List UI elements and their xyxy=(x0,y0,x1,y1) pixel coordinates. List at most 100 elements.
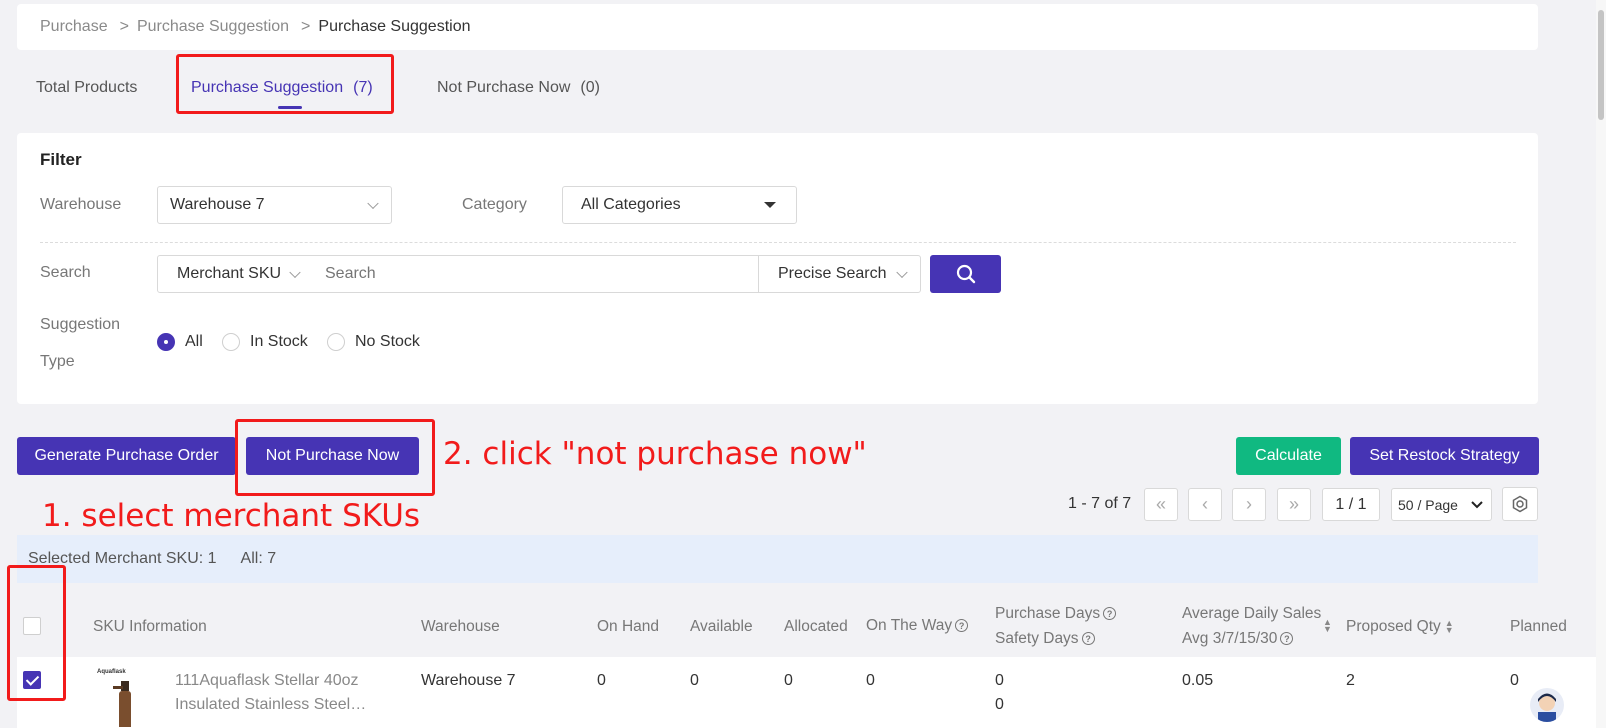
divider xyxy=(40,242,1516,243)
help-icon[interactable]: ? xyxy=(955,619,969,633)
breadcrumb: Purchase > Purchase Suggestion > Purchas… xyxy=(17,4,1538,50)
search-button[interactable] xyxy=(930,255,1001,293)
col-proposed-qty: Proposed Qty ▲ ▼ xyxy=(1346,618,1454,636)
category-select-value: All Categories xyxy=(581,196,681,213)
first-page-button[interactable]: « xyxy=(1144,488,1178,521)
sku-name-line-2[interactable]: Insulated Stainless Steel… xyxy=(175,693,366,717)
search-input[interactable] xyxy=(313,255,759,293)
col-safety-days-label: Safety Days xyxy=(995,630,1079,647)
tab-not-purchase-now[interactable]: Not Purchase Now (0) xyxy=(437,66,600,110)
last-page-button[interactable]: » xyxy=(1277,488,1311,521)
calculate-button[interactable]: Calculate xyxy=(1236,437,1341,475)
all-count: All: 7 xyxy=(240,550,277,567)
prev-page-button[interactable]: ‹ xyxy=(1188,488,1222,521)
breadcrumb-separator: > xyxy=(301,18,311,35)
double-chevron-right-icon: » xyxy=(1288,494,1299,514)
breadcrumb-current: Purchase Suggestion xyxy=(318,18,471,35)
col-avg-sub: Avg 3/7/15/30? xyxy=(1182,630,1294,648)
cell-on-hand: 0 xyxy=(597,672,606,689)
column-settings-button[interactable] xyxy=(1502,487,1538,521)
breadcrumb-item-purchase-suggestion[interactable]: Purchase Suggestion xyxy=(137,18,289,36)
col-purchase-days: Purchase Days? xyxy=(995,605,1117,623)
cell-proposed-qty: 2 xyxy=(1346,672,1355,689)
col-on-hand: On Hand xyxy=(597,618,660,635)
help-icon[interactable]: ? xyxy=(1081,632,1095,646)
sort-icon[interactable]: ▲ ▼ xyxy=(1445,618,1454,634)
radio-label: All xyxy=(185,333,203,350)
annotation-step-2: 2. click "not purchase now" xyxy=(443,436,867,472)
cell-available: 0 xyxy=(690,672,699,689)
search-icon xyxy=(956,264,975,284)
precise-search-select[interactable]: Precise Search xyxy=(758,255,921,293)
highlight-box-checkbox xyxy=(7,565,66,701)
warehouse-label: Warehouse xyxy=(40,196,122,213)
scrollbar-track[interactable] xyxy=(1596,0,1606,728)
radio-label: In Stock xyxy=(250,333,308,350)
search-type-value: Merchant SKU xyxy=(177,265,282,282)
tab-count: (0) xyxy=(580,79,600,96)
col-avg-daily-sales: Average Daily Sales xyxy=(1182,605,1322,622)
precise-search-value: Precise Search xyxy=(778,265,887,282)
search-type-select[interactable]: Merchant SKU xyxy=(157,255,314,293)
cell-warehouse: Warehouse 7 xyxy=(421,672,516,689)
sort-icon[interactable]: ▲ ▼ xyxy=(1319,617,1332,635)
help-icon[interactable]: ? xyxy=(1280,632,1294,646)
sku-name-line-1[interactable]: 111Aquaflask Stellar 40oz xyxy=(175,669,366,693)
warehouse-select[interactable]: Warehouse 7 xyxy=(157,186,392,224)
col-purchase-days-label: Purchase Days xyxy=(995,605,1101,622)
pager-range: 1 - 7 of 7 xyxy=(1068,495,1132,512)
warehouse-select-value: Warehouse 7 xyxy=(170,196,265,213)
product-thumbnail: Aquaflask xyxy=(95,669,139,728)
cell-allocated: 0 xyxy=(784,672,793,689)
radio-in-stock[interactable]: In Stock xyxy=(222,333,308,351)
cell-avg-sales: 0.05 xyxy=(1182,672,1214,689)
chevron-down-icon xyxy=(289,266,301,279)
radio-checked-icon xyxy=(157,333,175,351)
cell-purchase-days: 0 xyxy=(995,672,1004,689)
cell-safety-days: 0 xyxy=(995,696,1004,713)
table-row[interactable]: Aquaflask 111Aquaflask Stellar 40oz Insu… xyxy=(17,657,1606,728)
col-on-the-way: On The Way? xyxy=(866,617,969,635)
scrollbar-thumb[interactable] xyxy=(1598,10,1604,120)
page-size-value: 50 / Page xyxy=(1398,496,1458,513)
highlight-box-not-purchase xyxy=(235,419,435,496)
col-safety-days: Safety Days? xyxy=(995,630,1095,648)
tab-label: Not Purchase Now xyxy=(437,79,571,96)
col-available: Available xyxy=(690,618,753,635)
double-chevron-left-icon: « xyxy=(1155,494,1166,514)
chevron-right-icon: › xyxy=(1246,494,1252,514)
radio-all[interactable]: All xyxy=(157,333,203,351)
col-sku-information: SKU Information xyxy=(93,618,207,635)
sku-info: 111Aquaflask Stellar 40oz Insulated Stai… xyxy=(175,669,366,717)
help-icon[interactable]: ? xyxy=(1103,607,1117,621)
breadcrumb-separator: > xyxy=(119,18,129,35)
support-avatar[interactable] xyxy=(1530,688,1564,722)
category-select[interactable]: All Categories xyxy=(562,186,797,224)
col-warehouse: Warehouse xyxy=(421,618,500,635)
table-header: SKU Information Warehouse On Hand Availa… xyxy=(17,595,1606,657)
col-proposed-qty-label: Proposed Qty xyxy=(1346,618,1441,635)
cell-planned: 0 xyxy=(1510,672,1519,689)
col-on-the-way-label: On The Way xyxy=(866,617,953,634)
radio-label: No Stock xyxy=(355,333,420,350)
annotation-step-1: 1. select merchant SKUs xyxy=(42,498,421,534)
col-allocated: Allocated xyxy=(784,618,848,635)
page-input[interactable]: 1 / 1 xyxy=(1322,488,1380,521)
radio-unchecked-icon xyxy=(222,333,240,351)
bottle-image xyxy=(113,681,131,727)
col-planned: Planned xyxy=(1510,618,1567,635)
gear-icon xyxy=(1512,495,1528,513)
page-size-select[interactable]: 50 / Page xyxy=(1391,488,1492,521)
chevron-down-icon xyxy=(896,266,908,279)
breadcrumb-item-purchase[interactable]: Purchase xyxy=(40,18,108,36)
chevron-down-icon xyxy=(367,197,379,210)
radio-no-stock[interactable]: No Stock xyxy=(327,333,420,351)
set-restock-strategy-button[interactable]: Set Restock Strategy xyxy=(1350,437,1539,475)
chevron-left-icon: ‹ xyxy=(1202,494,1208,514)
caret-down-icon xyxy=(764,202,776,208)
highlight-box-tab xyxy=(176,54,394,114)
next-page-button[interactable]: › xyxy=(1232,488,1266,521)
tab-total-products[interactable]: Total Products xyxy=(36,66,137,110)
generate-purchase-order-button[interactable]: Generate Purchase Order xyxy=(17,437,236,475)
chevron-down-icon xyxy=(1471,501,1483,509)
